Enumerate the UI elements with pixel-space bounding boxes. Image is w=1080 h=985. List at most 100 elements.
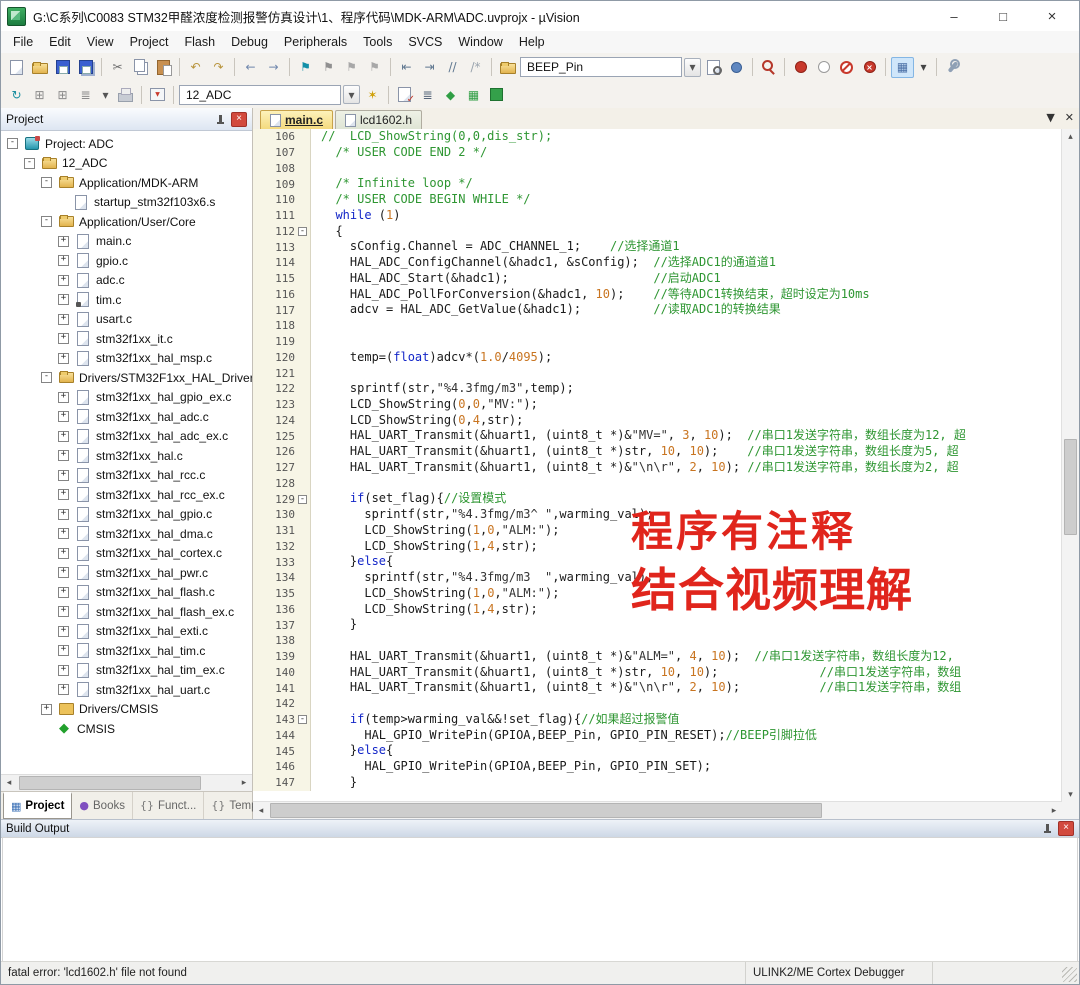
scroll-right-icon[interactable]: ▸: [236, 775, 252, 791]
new-file-icon[interactable]: [6, 58, 27, 77]
breakpoint-kill-all-icon[interactable]: [859, 58, 880, 77]
collapse-icon[interactable]: -: [24, 157, 35, 169]
scroll-thumb[interactable]: [270, 803, 823, 818]
collapse-icon[interactable]: -: [41, 177, 52, 189]
menu-flash[interactable]: Flash: [176, 33, 223, 51]
tree-item-project-adc[interactable]: - Project: ADC: [1, 134, 252, 154]
expand-icon[interactable]: +: [58, 664, 69, 676]
expand-icon[interactable]: +: [58, 391, 69, 403]
save-all-icon[interactable]: [75, 58, 96, 77]
collapse-icon[interactable]: -: [7, 138, 18, 150]
bookmark-next-icon[interactable]: [364, 58, 385, 77]
expand-icon[interactable]: +: [58, 567, 69, 579]
comment-icon[interactable]: [442, 58, 463, 77]
pin-icon[interactable]: [1041, 822, 1054, 835]
collapse-icon[interactable]: -: [41, 372, 52, 384]
pin-icon[interactable]: [214, 113, 227, 126]
expand-icon[interactable]: +: [58, 450, 69, 462]
tree-item-stm32f1xx_hal_flash_ex.c[interactable]: + stm32f1xx_hal_flash_ex.c: [1, 602, 252, 622]
close-button[interactable]: ×: [1031, 3, 1073, 29]
tree-item-stm32f1xx_hal_adc_ex.c[interactable]: + stm32f1xx_hal_adc_ex.c: [1, 427, 252, 447]
scroll-right-icon[interactable]: ▸: [1046, 803, 1062, 819]
find-in-files-icon[interactable]: [497, 58, 518, 77]
scroll-thumb[interactable]: [1064, 438, 1077, 535]
tab-list-dropdown-icon[interactable]: ▼: [1046, 111, 1054, 124]
find-icon[interactable]: [758, 58, 779, 77]
fold-collapse-icon[interactable]: -: [298, 715, 307, 725]
indent-left-icon[interactable]: [396, 58, 417, 77]
download-icon[interactable]: [486, 85, 507, 104]
lookup-icon[interactable]: [703, 58, 724, 77]
tree-item-drivers-cmsis[interactable]: + Drivers/CMSIS: [1, 700, 252, 720]
stack-dropdown-icon[interactable]: [98, 86, 113, 103]
tree-item-stm32f1xx_hal.c[interactable]: + stm32f1xx_hal.c: [1, 446, 252, 466]
menu-debug[interactable]: Debug: [223, 33, 276, 51]
flash-load-icon[interactable]: [147, 85, 168, 104]
expand-icon[interactable]: +: [58, 508, 69, 520]
menu-peripherals[interactable]: Peripherals: [276, 33, 355, 51]
expand-icon[interactable]: +: [58, 586, 69, 598]
dropdown-arrow-icon[interactable]: [916, 59, 931, 76]
target-combo[interactable]: 12_ADC: [179, 84, 341, 105]
tree-item-stm32f1xx_hal_tim.c[interactable]: + stm32f1xx_hal_tim.c: [1, 641, 252, 661]
expand-icon[interactable]: +: [58, 333, 69, 345]
menu-view[interactable]: View: [79, 33, 122, 51]
panel-close-icon[interactable]: ×: [231, 111, 247, 127]
tree-item-usart.c[interactable]: + usart.c: [1, 310, 252, 330]
menu-svcs[interactable]: SVCS: [400, 33, 450, 51]
uncomment-icon[interactable]: [465, 58, 486, 77]
tree-item-stm32f1xx_hal_cortex.c[interactable]: + stm32f1xx_hal_cortex.c: [1, 544, 252, 564]
tree-item-application-mdk-arm[interactable]: - Application/MDK-ARM: [1, 173, 252, 193]
project-hscrollbar[interactable]: ◂ ▸: [1, 774, 252, 791]
tab-close-icon[interactable]: ✕: [1065, 111, 1074, 124]
expand-icon[interactable]: +: [58, 645, 69, 657]
tree-item-12_adc[interactable]: - 12_ADC: [1, 154, 252, 174]
copy-icon[interactable]: [130, 58, 151, 77]
tree-item-stm32f1xx_hal_exti.c[interactable]: + stm32f1xx_hal_exti.c: [1, 622, 252, 642]
breakpoint-insert-icon[interactable]: [790, 58, 811, 77]
file-stack-icon[interactable]: [75, 85, 96, 104]
tree-item-application-user-core[interactable]: - Application/User/Core: [1, 212, 252, 232]
expand-icon[interactable]: +: [58, 489, 69, 501]
nav-forward-icon[interactable]: [263, 58, 284, 77]
tree-item-drivers-stm32f1xx_hal_driver[interactable]: - Drivers/STM32F1xx_HAL_Driver: [1, 368, 252, 388]
tree-item-stm32f1xx_hal_msp.c[interactable]: + stm32f1xx_hal_msp.c: [1, 349, 252, 369]
panel-close-icon[interactable]: ×: [1058, 821, 1074, 836]
expand-icon[interactable]: +: [58, 255, 69, 267]
tree-item-stm32f1xx_hal_pwr.c[interactable]: + stm32f1xx_hal_pwr.c: [1, 563, 252, 583]
indent-right-icon[interactable]: [419, 58, 440, 77]
expand-icon[interactable]: +: [58, 528, 69, 540]
debug-windows-icon[interactable]: [891, 56, 914, 78]
tree-item-stm32f1xx_it.c[interactable]: + stm32f1xx_it.c: [1, 329, 252, 349]
print-icon[interactable]: [115, 85, 136, 104]
expand-icon[interactable]: +: [58, 294, 69, 306]
menu-tools[interactable]: Tools: [355, 33, 400, 51]
workspace-tab-books[interactable]: ● Books: [72, 792, 133, 819]
collapse-icon[interactable]: -: [41, 216, 52, 228]
browse-icon[interactable]: [726, 58, 747, 77]
tree-item-stm32f1xx_hal_flash.c[interactable]: + stm32f1xx_hal_flash.c: [1, 583, 252, 603]
menu-project[interactable]: Project: [122, 33, 177, 51]
window-insert-icon[interactable]: [29, 85, 50, 104]
expand-icon[interactable]: +: [58, 235, 69, 247]
tree-item-stm32f1xx_hal_gpio.c[interactable]: + stm32f1xx_hal_gpio.c: [1, 505, 252, 525]
debug-session-icon[interactable]: [6, 85, 27, 104]
tree-item-adc.c[interactable]: + adc.c: [1, 271, 252, 291]
bookmark-toggle-icon[interactable]: [318, 58, 339, 77]
scroll-thumb[interactable]: [19, 776, 201, 790]
maximize-button[interactable]: □: [982, 3, 1024, 29]
editor-tab-lcd1602-h[interactable]: lcd1602.h: [335, 110, 423, 129]
tree-item-gpio.c[interactable]: + gpio.c: [1, 251, 252, 271]
scroll-down-icon[interactable]: ▾: [1062, 787, 1079, 802]
menu-window[interactable]: Window: [450, 33, 510, 51]
breakpoint-disable-all-icon[interactable]: [836, 58, 857, 77]
menu-edit[interactable]: Edit: [41, 33, 79, 51]
scroll-up-icon[interactable]: ▴: [1062, 129, 1079, 144]
menu-file[interactable]: File: [5, 33, 41, 51]
redo-icon[interactable]: [208, 58, 229, 77]
expand-icon[interactable]: +: [58, 430, 69, 442]
nav-back-icon[interactable]: [240, 58, 261, 77]
build-output-content[interactable]: [2, 837, 1078, 962]
tree-item-stm32f1xx_hal_gpio_ex.c[interactable]: + stm32f1xx_hal_gpio_ex.c: [1, 388, 252, 408]
undo-icon[interactable]: [185, 58, 206, 77]
